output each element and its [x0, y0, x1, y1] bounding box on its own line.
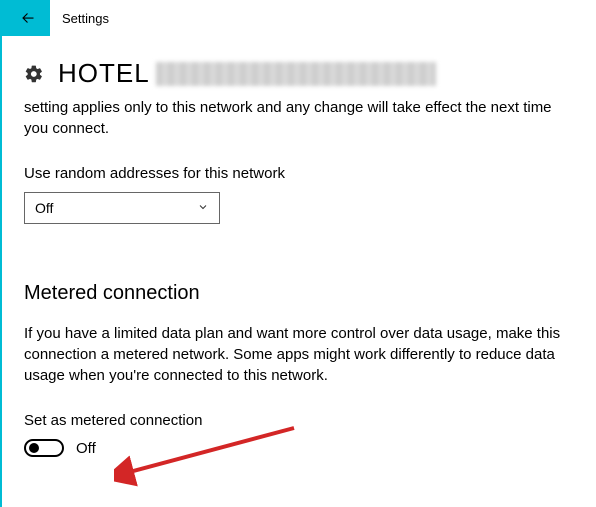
random-addresses-dropdown[interactable]: Off [24, 192, 220, 224]
content-area: HOTEL setting applies only to this netwo… [2, 36, 596, 457]
metered-toggle-row: Off [24, 439, 574, 457]
metered-description: If you have a limited data plan and want… [24, 323, 564, 386]
dropdown-value: Off [35, 200, 53, 216]
network-title-row: HOTEL [24, 58, 574, 89]
chevron-down-icon [197, 201, 209, 216]
gear-icon [24, 64, 44, 84]
toggle-knob [29, 443, 39, 453]
back-arrow-icon [17, 9, 35, 27]
random-addresses-label: Use random addresses for this network [24, 165, 574, 182]
back-button[interactable] [2, 0, 50, 36]
metered-toggle-value: Off [76, 440, 96, 457]
network-description: setting applies only to this network and… [24, 97, 564, 139]
header-title: Settings [62, 11, 109, 26]
metered-toggle[interactable] [24, 439, 64, 457]
metered-toggle-label: Set as metered connection [24, 412, 574, 429]
redacted-area [156, 62, 436, 86]
header: Settings [2, 0, 596, 36]
network-name: HOTEL [58, 58, 150, 89]
metered-heading: Metered connection [24, 282, 574, 305]
